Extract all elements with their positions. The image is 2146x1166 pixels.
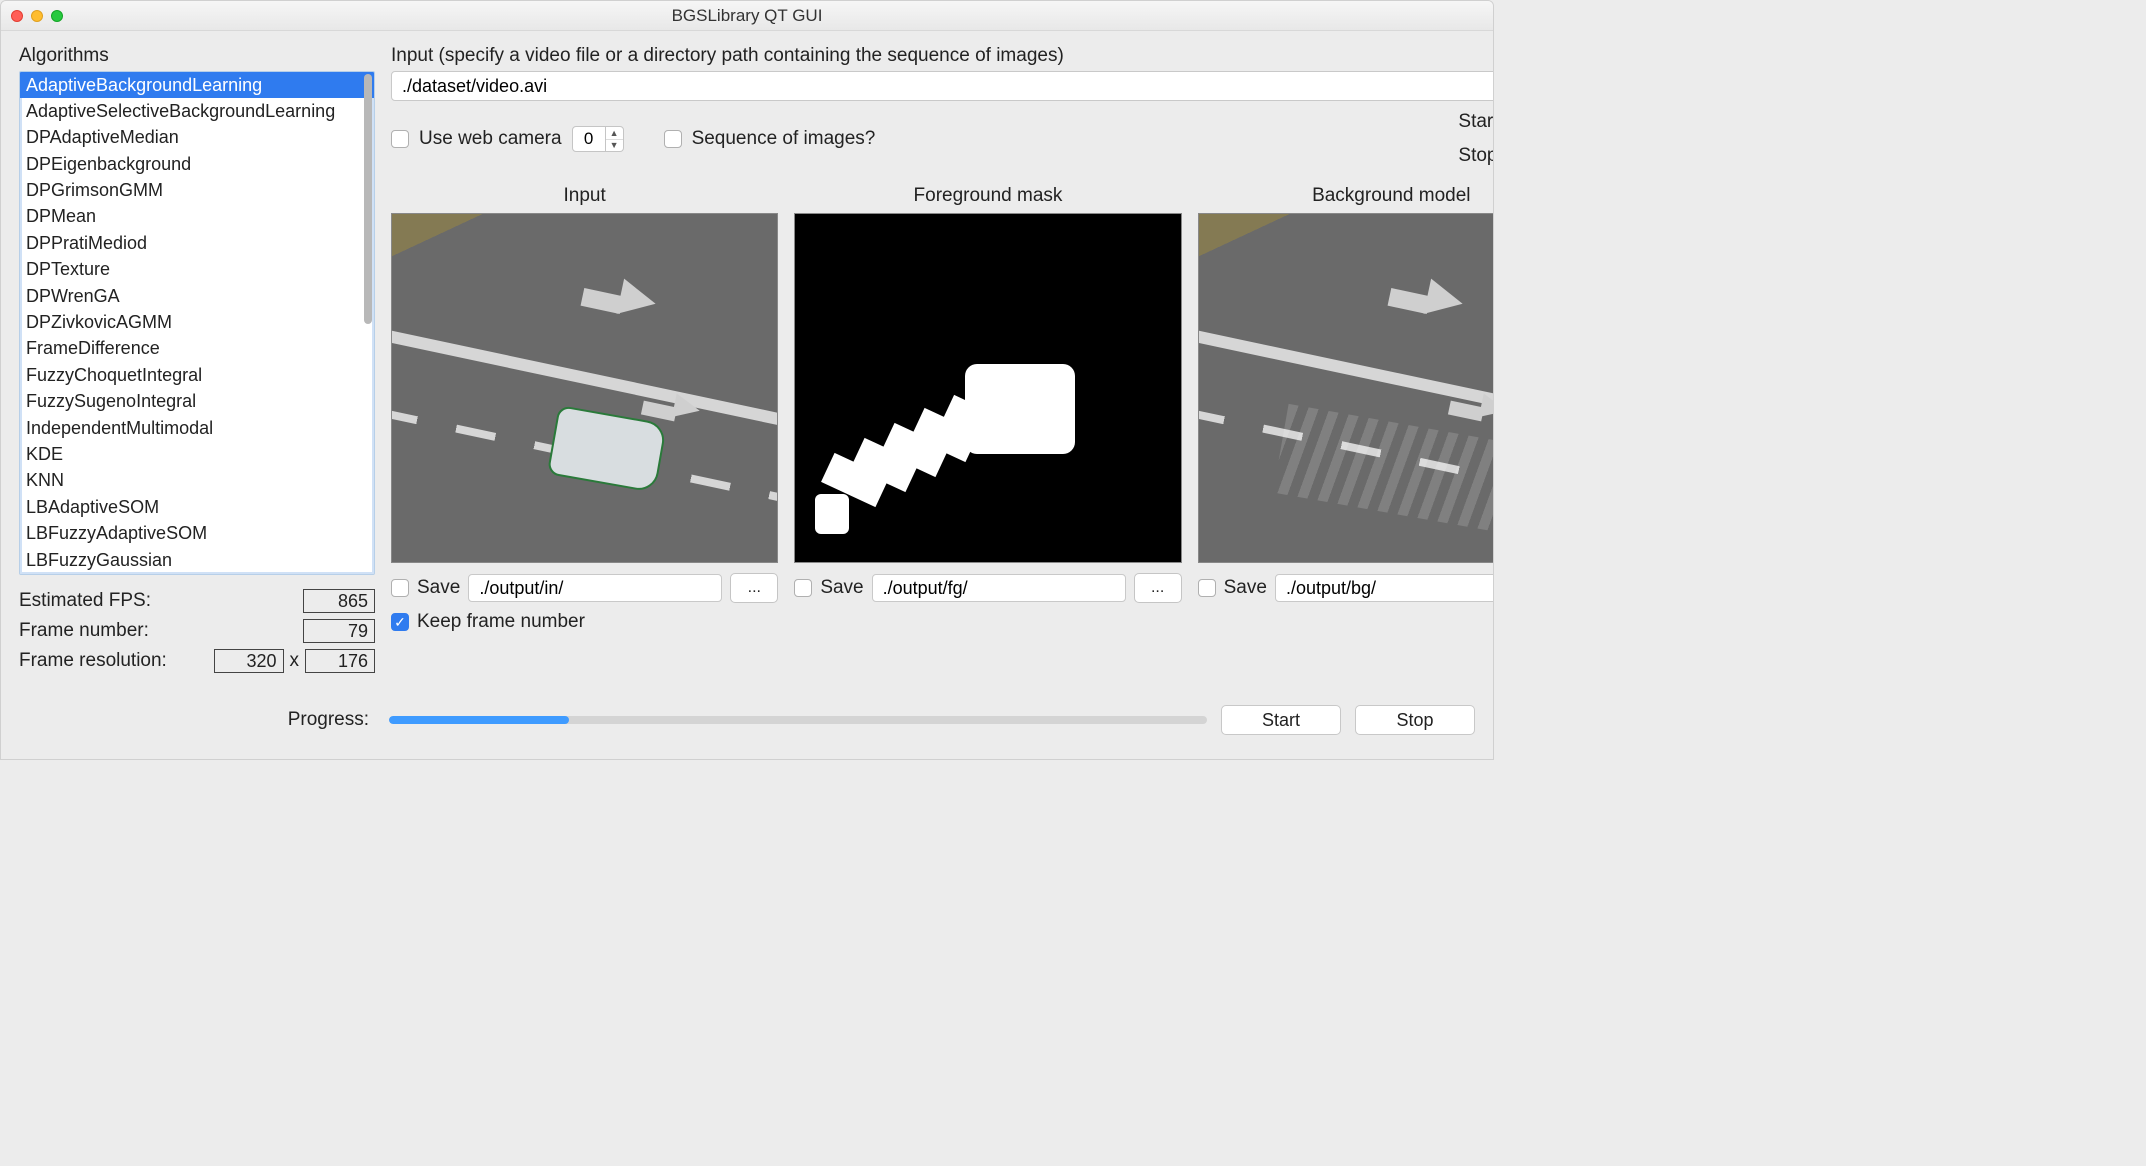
algorithm-item[interactable]: LBMixtureOfGaussians xyxy=(20,573,374,575)
fps-value: 865 xyxy=(303,589,375,613)
algorithm-item[interactable]: KDE xyxy=(20,441,374,467)
progress-fill xyxy=(389,716,569,724)
keep-frame-number-label: Keep frame number xyxy=(417,611,585,633)
frame-resolution-label: Frame resolution: xyxy=(19,650,214,672)
sequence-checkbox[interactable] xyxy=(664,130,682,148)
algorithms-listbox[interactable]: AdaptiveBackgroundLearningAdaptiveSelect… xyxy=(19,71,375,575)
resolution-separator: x xyxy=(290,650,300,672)
algorithm-item[interactable]: LBFuzzyGaussian xyxy=(20,547,374,573)
listbox-scrollbar[interactable] xyxy=(364,74,372,324)
preview-bg-image xyxy=(1198,213,1494,563)
chevron-down-icon[interactable]: ▼ xyxy=(606,140,623,152)
save-fg-label: Save xyxy=(820,577,863,599)
frame-number-value: 79 xyxy=(303,619,375,643)
input-section-label: Input (specify a video file or a directo… xyxy=(391,45,1494,67)
preview-input-image xyxy=(391,213,778,563)
save-input-checkbox[interactable] xyxy=(391,579,409,597)
window-title: BGSLibrary QT GUI xyxy=(1,6,1493,26)
stop-at-label: Stop at: xyxy=(1458,145,1494,167)
algorithm-item[interactable]: DPGrimsonGMM xyxy=(20,178,374,204)
progress-label: Progress: xyxy=(19,709,375,731)
chevron-up-icon[interactable]: ▲ xyxy=(606,127,623,140)
frame-number-label: Frame number: xyxy=(19,620,303,642)
use-webcam-checkbox[interactable] xyxy=(391,130,409,148)
algorithm-item[interactable]: LBFuzzyAdaptiveSOM xyxy=(20,521,374,547)
algorithm-item[interactable]: IndependentMultimodal xyxy=(20,415,374,441)
algorithm-item[interactable]: DPPratiMediod xyxy=(20,230,374,256)
titlebar: BGSLibrary QT GUI xyxy=(1,1,1493,31)
algorithm-item[interactable]: DPAdaptiveMedian xyxy=(20,125,374,151)
algorithm-item[interactable]: FuzzyChoquetIntegral xyxy=(20,362,374,388)
algorithm-item[interactable]: FrameDifference xyxy=(20,336,374,362)
preview-fg-label: Foreground mask xyxy=(914,185,1063,207)
algorithm-item[interactable]: AdaptiveBackgroundLearning xyxy=(20,72,374,98)
algorithm-item[interactable]: FuzzySugenoIntegral xyxy=(20,389,374,415)
algorithm-item[interactable]: LBAdaptiveSOM xyxy=(20,494,374,520)
algorithm-item[interactable]: DPZivkovicAGMM xyxy=(20,310,374,336)
algorithms-label: Algorithms xyxy=(19,45,375,67)
input-path-field[interactable] xyxy=(391,71,1494,101)
algorithm-item[interactable]: KNN xyxy=(20,468,374,494)
start-button[interactable]: Start xyxy=(1221,705,1341,735)
save-input-label: Save xyxy=(417,577,460,599)
stop-button[interactable]: Stop xyxy=(1355,705,1475,735)
frame-resolution-width: 320 xyxy=(214,649,284,673)
save-input-path[interactable] xyxy=(468,574,722,602)
algorithm-item[interactable]: AdaptiveSelectiveBackgroundLearning xyxy=(20,98,374,124)
sequence-label: Sequence of images? xyxy=(692,128,876,150)
save-bg-path[interactable] xyxy=(1275,574,1494,602)
save-fg-path[interactable] xyxy=(872,574,1126,602)
use-webcam-label: Use web camera xyxy=(419,128,562,150)
webcam-index-spinner[interactable]: ▲▼ xyxy=(572,126,624,152)
browse-save-input-button[interactable]: ... xyxy=(730,573,778,603)
frame-resolution-height: 176 xyxy=(305,649,375,673)
preview-bg-label: Background model xyxy=(1312,185,1470,207)
keep-frame-number-checkbox[interactable] xyxy=(391,613,409,631)
algorithm-item[interactable]: DPMean xyxy=(20,204,374,230)
save-bg-checkbox[interactable] xyxy=(1198,579,1216,597)
preview-fg-image xyxy=(794,213,1181,563)
save-fg-checkbox[interactable] xyxy=(794,579,812,597)
browse-save-fg-button[interactable]: ... xyxy=(1134,573,1182,603)
app-window: BGSLibrary QT GUI Algorithms AdaptiveBac… xyxy=(0,0,1494,760)
save-bg-label: Save xyxy=(1224,577,1267,599)
algorithm-item[interactable]: DPWrenGA xyxy=(20,283,374,309)
preview-input-label: Input xyxy=(564,185,606,207)
webcam-index-input[interactable] xyxy=(572,126,606,152)
algorithm-item[interactable]: DPEigenbackground xyxy=(20,151,374,177)
start-at-label: Start at: xyxy=(1458,111,1494,133)
algorithm-item[interactable]: DPTexture xyxy=(20,257,374,283)
progress-bar xyxy=(389,716,1207,724)
fps-label: Estimated FPS: xyxy=(19,590,303,612)
